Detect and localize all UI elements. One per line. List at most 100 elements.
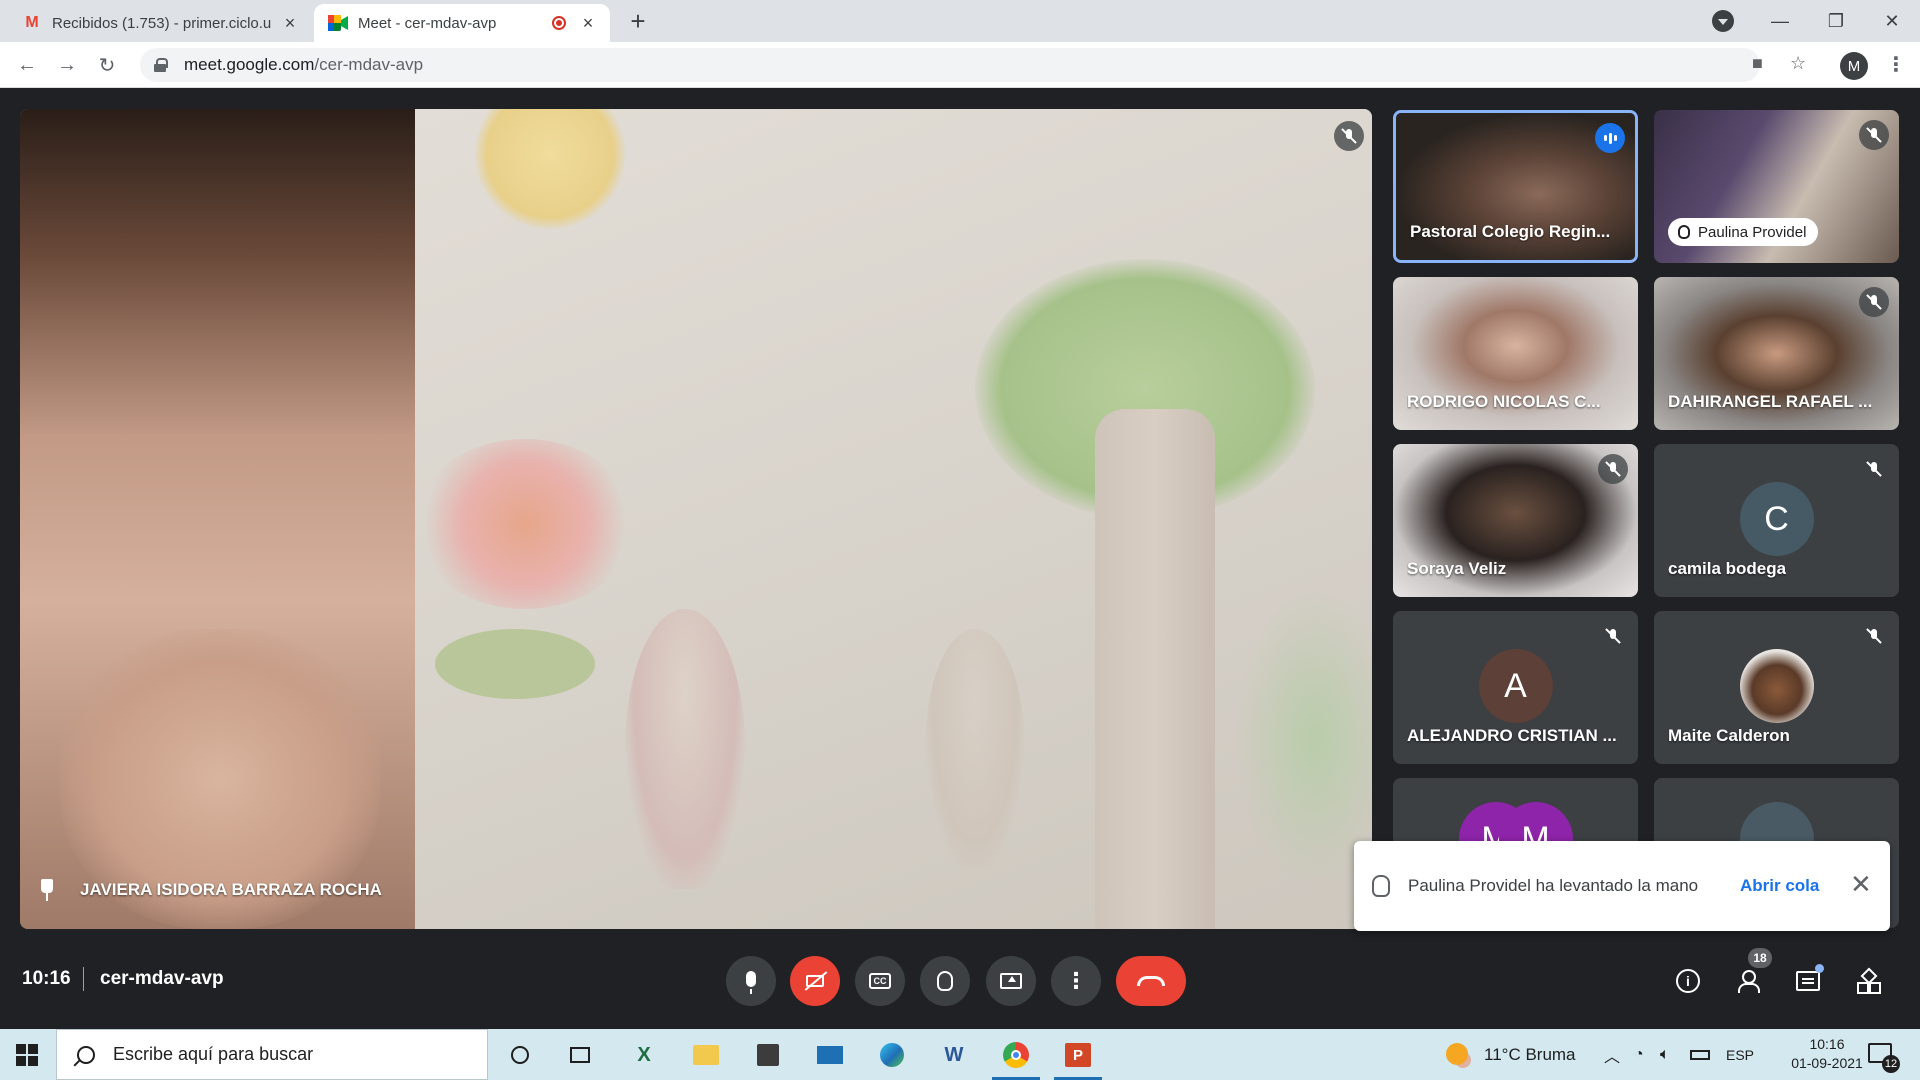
reload-icon[interactable]: ↻: [92, 50, 122, 80]
taskbar-clock[interactable]: 10:16 01-09-2021: [1782, 1035, 1872, 1073]
edge-icon[interactable]: [874, 1037, 910, 1073]
meeting-code: cer-mdav-avp: [100, 968, 224, 989]
captions-button[interactable]: CC: [855, 956, 905, 1006]
participant-tile[interactable]: DAHIRANGEL RAFAEL ...: [1654, 277, 1899, 430]
close-tab-icon[interactable]: ×: [282, 13, 298, 34]
avatar: C: [1739, 482, 1814, 556]
raised-hand-icon: [1678, 225, 1690, 239]
activities-button[interactable]: [1853, 966, 1883, 996]
participant-tile[interactable]: C camila bodega: [1654, 444, 1899, 597]
present-icon: [1000, 973, 1022, 989]
browser-menu-icon[interactable]: ⋮: [1886, 52, 1906, 78]
language-indicator[interactable]: ESP: [1726, 1029, 1754, 1080]
tab-title: Meet - cer-mdav-avp: [358, 14, 497, 32]
excel-icon[interactable]: X: [626, 1037, 662, 1073]
word-icon[interactable]: W: [936, 1037, 972, 1073]
open-queue-button[interactable]: Abrir cola: [1740, 876, 1819, 896]
tab-gmail[interactable]: M Recibidos (1.753) - primer.ciclo.u ×: [8, 4, 312, 42]
chat-icon: [1796, 971, 1820, 991]
meeting-details-button[interactable]: i: [1673, 966, 1703, 996]
tab-meet[interactable]: Meet - cer-mdav-avp ×: [314, 4, 610, 42]
chevron-up-icon[interactable]: ︿: [1604, 1029, 1620, 1080]
meet-icon: [328, 13, 348, 33]
address-bar[interactable]: meet.google.com/cer-mdav-avp: [140, 48, 1760, 82]
volume-icon[interactable]: 🔈︎: [1660, 1029, 1670, 1080]
browser-tab-strip: M Recibidos (1.753) - primer.ciclo.u × M…: [0, 0, 1920, 42]
present-button[interactable]: [986, 956, 1036, 1006]
weather-icon[interactable]: [1446, 1043, 1468, 1065]
more-options-button[interactable]: ⋮: [1051, 956, 1101, 1006]
participant-tile[interactable]: Pastoral Colegio Regin...: [1393, 110, 1638, 263]
address-toolbar: ← → ↻ meet.google.com/cer-mdav-avp ■ ☆ M…: [0, 42, 1920, 88]
windows-taskbar: Escribe aquí para buscar X W P 11°C Brum…: [0, 1029, 1920, 1080]
speaking-indicator-icon: [1595, 123, 1625, 153]
participant-name: Maite Calderon: [1668, 726, 1790, 745]
camera-toggle-button[interactable]: [790, 956, 840, 1006]
search-placeholder: Escribe aquí para buscar: [113, 1044, 314, 1064]
minimize-icon[interactable]: —: [1752, 0, 1808, 42]
taskbar-search[interactable]: Escribe aquí para buscar: [56, 1029, 488, 1080]
weather-text[interactable]: 11°C Bruma: [1484, 1029, 1576, 1080]
url-text: meet.google.com/cer-mdav-avp: [184, 55, 424, 74]
windows-start-icon[interactable]: [16, 1044, 38, 1066]
raise-hand-button[interactable]: [920, 956, 970, 1006]
raised-hand-chip: Paulina Providel: [1668, 218, 1819, 246]
network-icon[interactable]: ◔: [1634, 1029, 1644, 1080]
participant-name: RODRIGO NICOLAS C...: [1407, 392, 1601, 411]
battery-icon[interactable]: [1690, 1029, 1710, 1080]
meet-stage: JAVIERA ISIDORA BARRAZA ROCHA Pastoral C…: [0, 89, 1920, 1029]
lock-icon[interactable]: [154, 58, 168, 72]
store-icon[interactable]: [750, 1037, 786, 1073]
recording-indicator-icon: [552, 16, 566, 30]
profile-avatar[interactable]: M: [1840, 52, 1868, 80]
pinned-participant-name: JAVIERA ISIDORA BARRAZA ROCHA: [80, 880, 382, 899]
new-tab-button[interactable]: +: [624, 8, 652, 36]
participant-tile[interactable]: Soraya Veliz: [1393, 444, 1638, 597]
participant-tile[interactable]: A ALEJANDRO CRISTIAN ...: [1393, 611, 1638, 764]
camera-in-use-icon[interactable]: ■: [1752, 53, 1763, 74]
back-arrow-icon[interactable]: ←: [12, 50, 42, 80]
drawing-paper: [415, 109, 1372, 929]
window-close-icon[interactable]: ✕: [1864, 0, 1920, 42]
participant-count-badge: 18: [1748, 948, 1772, 968]
hang-up-icon: [1137, 976, 1165, 986]
close-tab-icon[interactable]: ×: [580, 13, 596, 34]
pinned-video-tile[interactable]: JAVIERA ISIDORA BARRAZA ROCHA: [20, 109, 1372, 929]
avatar: [1739, 649, 1814, 723]
powerpoint-icon[interactable]: P: [1060, 1037, 1096, 1073]
chrome-icon[interactable]: [998, 1037, 1034, 1073]
participant-name: camila bodega: [1668, 559, 1787, 578]
muted-mic-icon: [1334, 121, 1364, 151]
tab-title: Recibidos (1.753) - primer.ciclo.u: [52, 14, 272, 32]
avatar: A: [1478, 649, 1553, 723]
participant-tile[interactable]: Paulina Providel: [1654, 110, 1899, 263]
info-icon: i: [1676, 969, 1700, 993]
task-view-icon[interactable]: [562, 1037, 598, 1073]
participant-tile[interactable]: Maite Calderon: [1654, 611, 1899, 764]
cortana-icon[interactable]: [502, 1037, 538, 1073]
muted-mic-icon: [1859, 454, 1889, 484]
file-explorer-icon[interactable]: [688, 1037, 724, 1073]
muted-mic-icon: [1598, 621, 1628, 651]
people-button[interactable]: [1734, 966, 1764, 996]
participant-name: Soraya Veliz: [1407, 559, 1507, 578]
unread-indicator: [1815, 964, 1824, 973]
pin-icon[interactable]: [36, 879, 58, 901]
mic-button[interactable]: [726, 956, 776, 1006]
meeting-time: 10:16: [22, 968, 71, 989]
raised-hand-notification: Paulina Providel ha levantado la mano Ab…: [1354, 841, 1890, 931]
maximize-icon[interactable]: ❐: [1808, 0, 1864, 42]
muted-mic-icon: [1598, 454, 1628, 484]
forward-arrow-icon[interactable]: →: [52, 50, 82, 80]
close-icon[interactable]: ✕: [1850, 869, 1872, 899]
muted-mic-icon: [1859, 287, 1889, 317]
tab-search-icon[interactable]: [1712, 10, 1734, 32]
mail-icon[interactable]: [812, 1037, 848, 1073]
bookmark-star-icon[interactable]: ☆: [1790, 53, 1806, 74]
participant-tile[interactable]: RODRIGO NICOLAS C...: [1393, 277, 1638, 430]
captions-icon: CC: [869, 973, 891, 989]
gmail-icon: M: [25, 14, 39, 31]
leave-call-button[interactable]: [1116, 956, 1186, 1006]
camera-off-icon: [806, 975, 824, 987]
more-options-icon: ⋮: [1065, 968, 1087, 993]
